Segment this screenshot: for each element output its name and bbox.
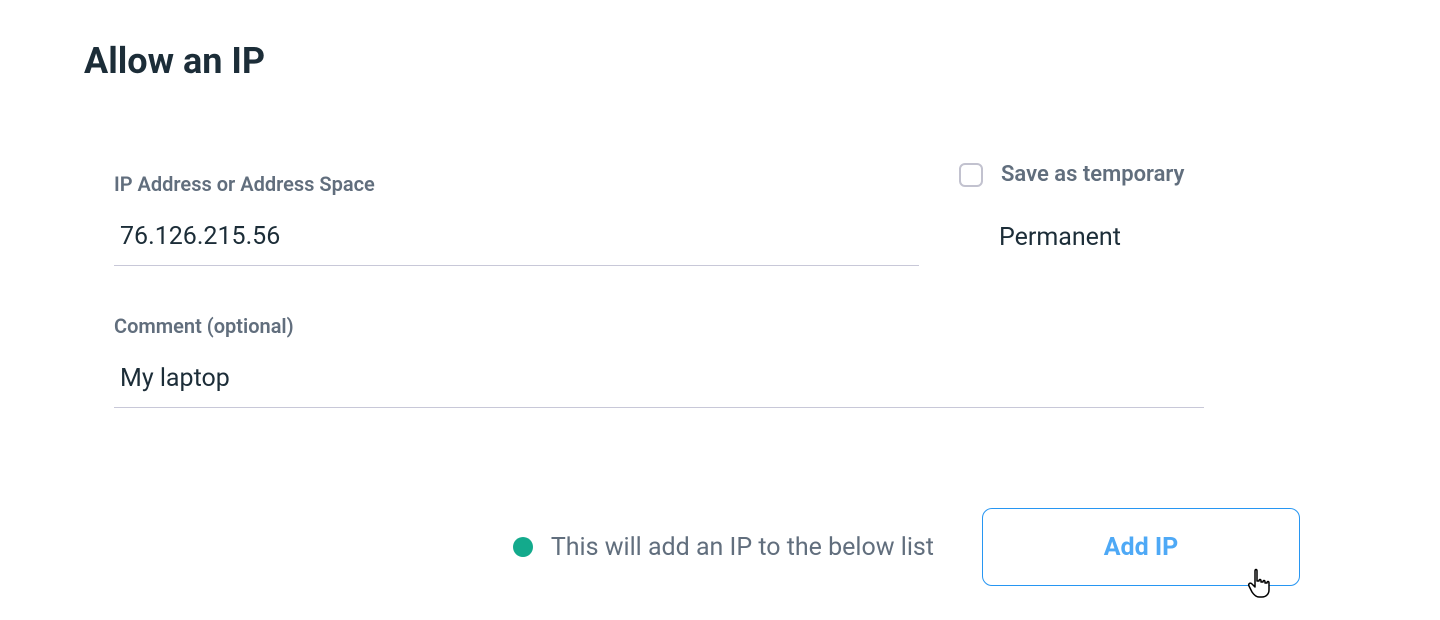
comment-input[interactable] [114,356,1204,408]
save-as-temporary-label[interactable]: Save as temporary [1001,162,1184,187]
form-row-top: IP Address or Address Space Save as temp… [114,172,1300,266]
ip-address-label: IP Address or Address Space [114,172,919,196]
helper-text-wrap: This will add an IP to the below list [513,533,934,562]
ip-address-field-group: IP Address or Address Space [114,172,919,266]
action-row: This will add an IP to the below list Ad… [80,508,1300,586]
save-as-temporary-row: Save as temporary [959,162,1184,187]
save-as-temporary-checkbox[interactable] [959,163,983,187]
form-section: IP Address or Address Space Save as temp… [114,172,1300,408]
add-ip-button-label: Add IP [1104,533,1179,562]
add-ip-button[interactable]: Add IP [982,508,1300,586]
status-dot-icon [513,537,533,557]
comment-label: Comment (optional) [114,314,1204,338]
ip-address-input[interactable] [114,214,919,266]
helper-text: This will add an IP to the below list [551,533,934,562]
comment-field-group: Comment (optional) [114,314,1204,408]
cursor-pointer-icon [1247,567,1275,599]
duration-value: Permanent [999,223,1184,252]
temporary-section: Save as temporary Permanent [959,162,1184,252]
page-title: Allow an IP [84,40,1360,82]
